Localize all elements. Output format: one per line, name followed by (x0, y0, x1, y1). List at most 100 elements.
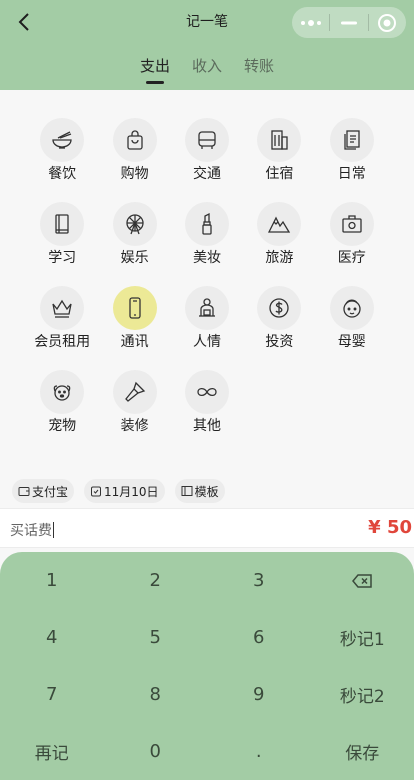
category-transport[interactable]: 交通 (171, 118, 243, 183)
category-baby[interactable]: 母婴 (316, 286, 388, 351)
key-1[interactable]: 1 (0, 552, 104, 609)
key-6[interactable]: 6 (207, 609, 311, 666)
close-target-icon (378, 13, 397, 32)
date-chip[interactable]: 11月10日 (84, 479, 165, 503)
key-3[interactable]: 3 (207, 552, 311, 609)
text-caret (53, 522, 54, 538)
category-label: 宠物 (48, 418, 77, 434)
category-medical[interactable]: 医疗 (316, 202, 388, 267)
category-label: 装修 (120, 418, 149, 434)
meta-chips: 支付宝 11月10日 模板 (12, 479, 225, 503)
alarm-clock-icon (91, 486, 102, 497)
wallet-icon (18, 487, 30, 496)
bus-icon (198, 131, 216, 149)
shopping-bag-icon (126, 130, 143, 150)
category-daily[interactable]: 日常 (316, 118, 388, 183)
account-chip[interactable]: 支付宝 (12, 479, 75, 503)
category-label: 日常 (337, 166, 366, 182)
key-7[interactable]: 7 (0, 666, 104, 723)
template-chip[interactable]: 模板 (174, 479, 225, 503)
decimal-key[interactable]: . (207, 723, 311, 780)
crown-icon (52, 299, 72, 318)
template-label: 模板 (194, 484, 219, 499)
key-5[interactable]: 5 (104, 609, 208, 666)
category-grid: 餐饮 购物 交通 住宿 日常 学习 娱乐 美妆 旅游 医疗 会员租用 通讯 人情… (26, 118, 388, 435)
category-social[interactable]: 人情 (171, 286, 243, 351)
category-label: 购物 (120, 166, 149, 182)
tab-income[interactable]: 收入 (192, 55, 222, 84)
ferris-wheel-icon (125, 214, 144, 235)
key-2[interactable]: 2 (104, 552, 208, 609)
category-telecom[interactable]: 通讯 (98, 286, 170, 351)
bowl-icon (52, 131, 72, 149)
amount-display: ¥ 50 (368, 517, 412, 538)
currency-symbol: ¥ (368, 517, 381, 538)
category-label: 住宿 (265, 166, 294, 182)
key-4[interactable]: 4 (0, 609, 104, 666)
quick-record-1-key[interactable]: 秒记1 (311, 609, 414, 666)
category-label: 交通 (192, 166, 221, 182)
category-dining[interactable]: 餐饮 (26, 118, 98, 183)
notes-icon (344, 130, 360, 150)
backspace-icon (352, 573, 372, 588)
infinity-icon (197, 387, 217, 397)
numeric-keypad: 1 2 3 4 5 6 秒记1 7 8 9 秒记2 再记 0 . 保存 (0, 552, 414, 780)
key-9[interactable]: 9 (207, 666, 311, 723)
dollar-coin-icon (269, 298, 290, 318)
record-again-key[interactable]: 再记 (0, 723, 104, 780)
category-label: 会员租用 (34, 334, 91, 350)
more-dots-icon (300, 19, 321, 26)
note-input[interactable]: 买话费 (10, 520, 54, 540)
phone-icon (128, 297, 141, 319)
category-membership[interactable]: 会员租用 (26, 286, 98, 351)
category-label: 投资 (265, 334, 294, 350)
category-pet[interactable]: 宠物 (26, 370, 98, 435)
category-label: 医疗 (337, 250, 366, 266)
dog-face-icon (53, 385, 71, 401)
category-shopping[interactable]: 购物 (98, 118, 170, 183)
baby-face-icon (343, 299, 361, 318)
type-tabs: 支出 收入 转账 (0, 55, 414, 84)
person-gift-icon (198, 298, 215, 317)
account-label: 支付宝 (32, 484, 69, 499)
medical-kit-icon (342, 215, 362, 233)
minimize-button[interactable] (330, 7, 367, 38)
category-other[interactable]: 其他 (171, 370, 243, 435)
more-button[interactable] (292, 7, 329, 38)
backspace-key[interactable] (311, 552, 414, 609)
date-label: 11月10日 (104, 484, 159, 499)
lipstick-icon (202, 212, 212, 235)
category-label: 餐饮 (48, 166, 77, 182)
category-renovation[interactable]: 装修 (98, 370, 170, 435)
category-study[interactable]: 学习 (26, 202, 98, 267)
category-label: 学习 (48, 250, 77, 266)
minimize-icon (340, 21, 357, 24)
category-label: 人情 (192, 334, 221, 350)
category-label: 其他 (192, 418, 221, 434)
category-beauty[interactable]: 美妆 (171, 202, 243, 267)
building-icon (271, 130, 289, 150)
note-text: 买话费 (10, 523, 52, 539)
save-key[interactable]: 保存 (311, 723, 414, 780)
mini-program-capsule (292, 7, 406, 38)
category-label: 母婴 (337, 334, 366, 350)
header: 记一笔 支出 收入 转账 (0, 0, 414, 90)
category-lodging[interactable]: 住宿 (243, 118, 315, 183)
note-amount-row: 买话费 ¥ 50 (0, 508, 414, 548)
key-0[interactable]: 0 (104, 723, 208, 780)
category-entertainment[interactable]: 娱乐 (98, 202, 170, 267)
tab-expense[interactable]: 支出 (140, 55, 170, 84)
key-8[interactable]: 8 (104, 666, 208, 723)
category-label: 通讯 (120, 334, 149, 350)
category-label: 娱乐 (120, 250, 149, 266)
tab-transfer[interactable]: 转账 (244, 55, 274, 84)
close-miniprogram-button[interactable] (369, 7, 406, 38)
quick-record-2-key[interactable]: 秒记2 (311, 666, 414, 723)
category-label: 美妆 (192, 250, 221, 266)
mountain-icon (268, 216, 291, 233)
category-investment[interactable]: 投资 (243, 286, 315, 351)
amount-value: 50 (386, 517, 412, 538)
category-label: 旅游 (265, 250, 294, 266)
template-icon (181, 486, 193, 496)
category-travel[interactable]: 旅游 (243, 202, 315, 267)
